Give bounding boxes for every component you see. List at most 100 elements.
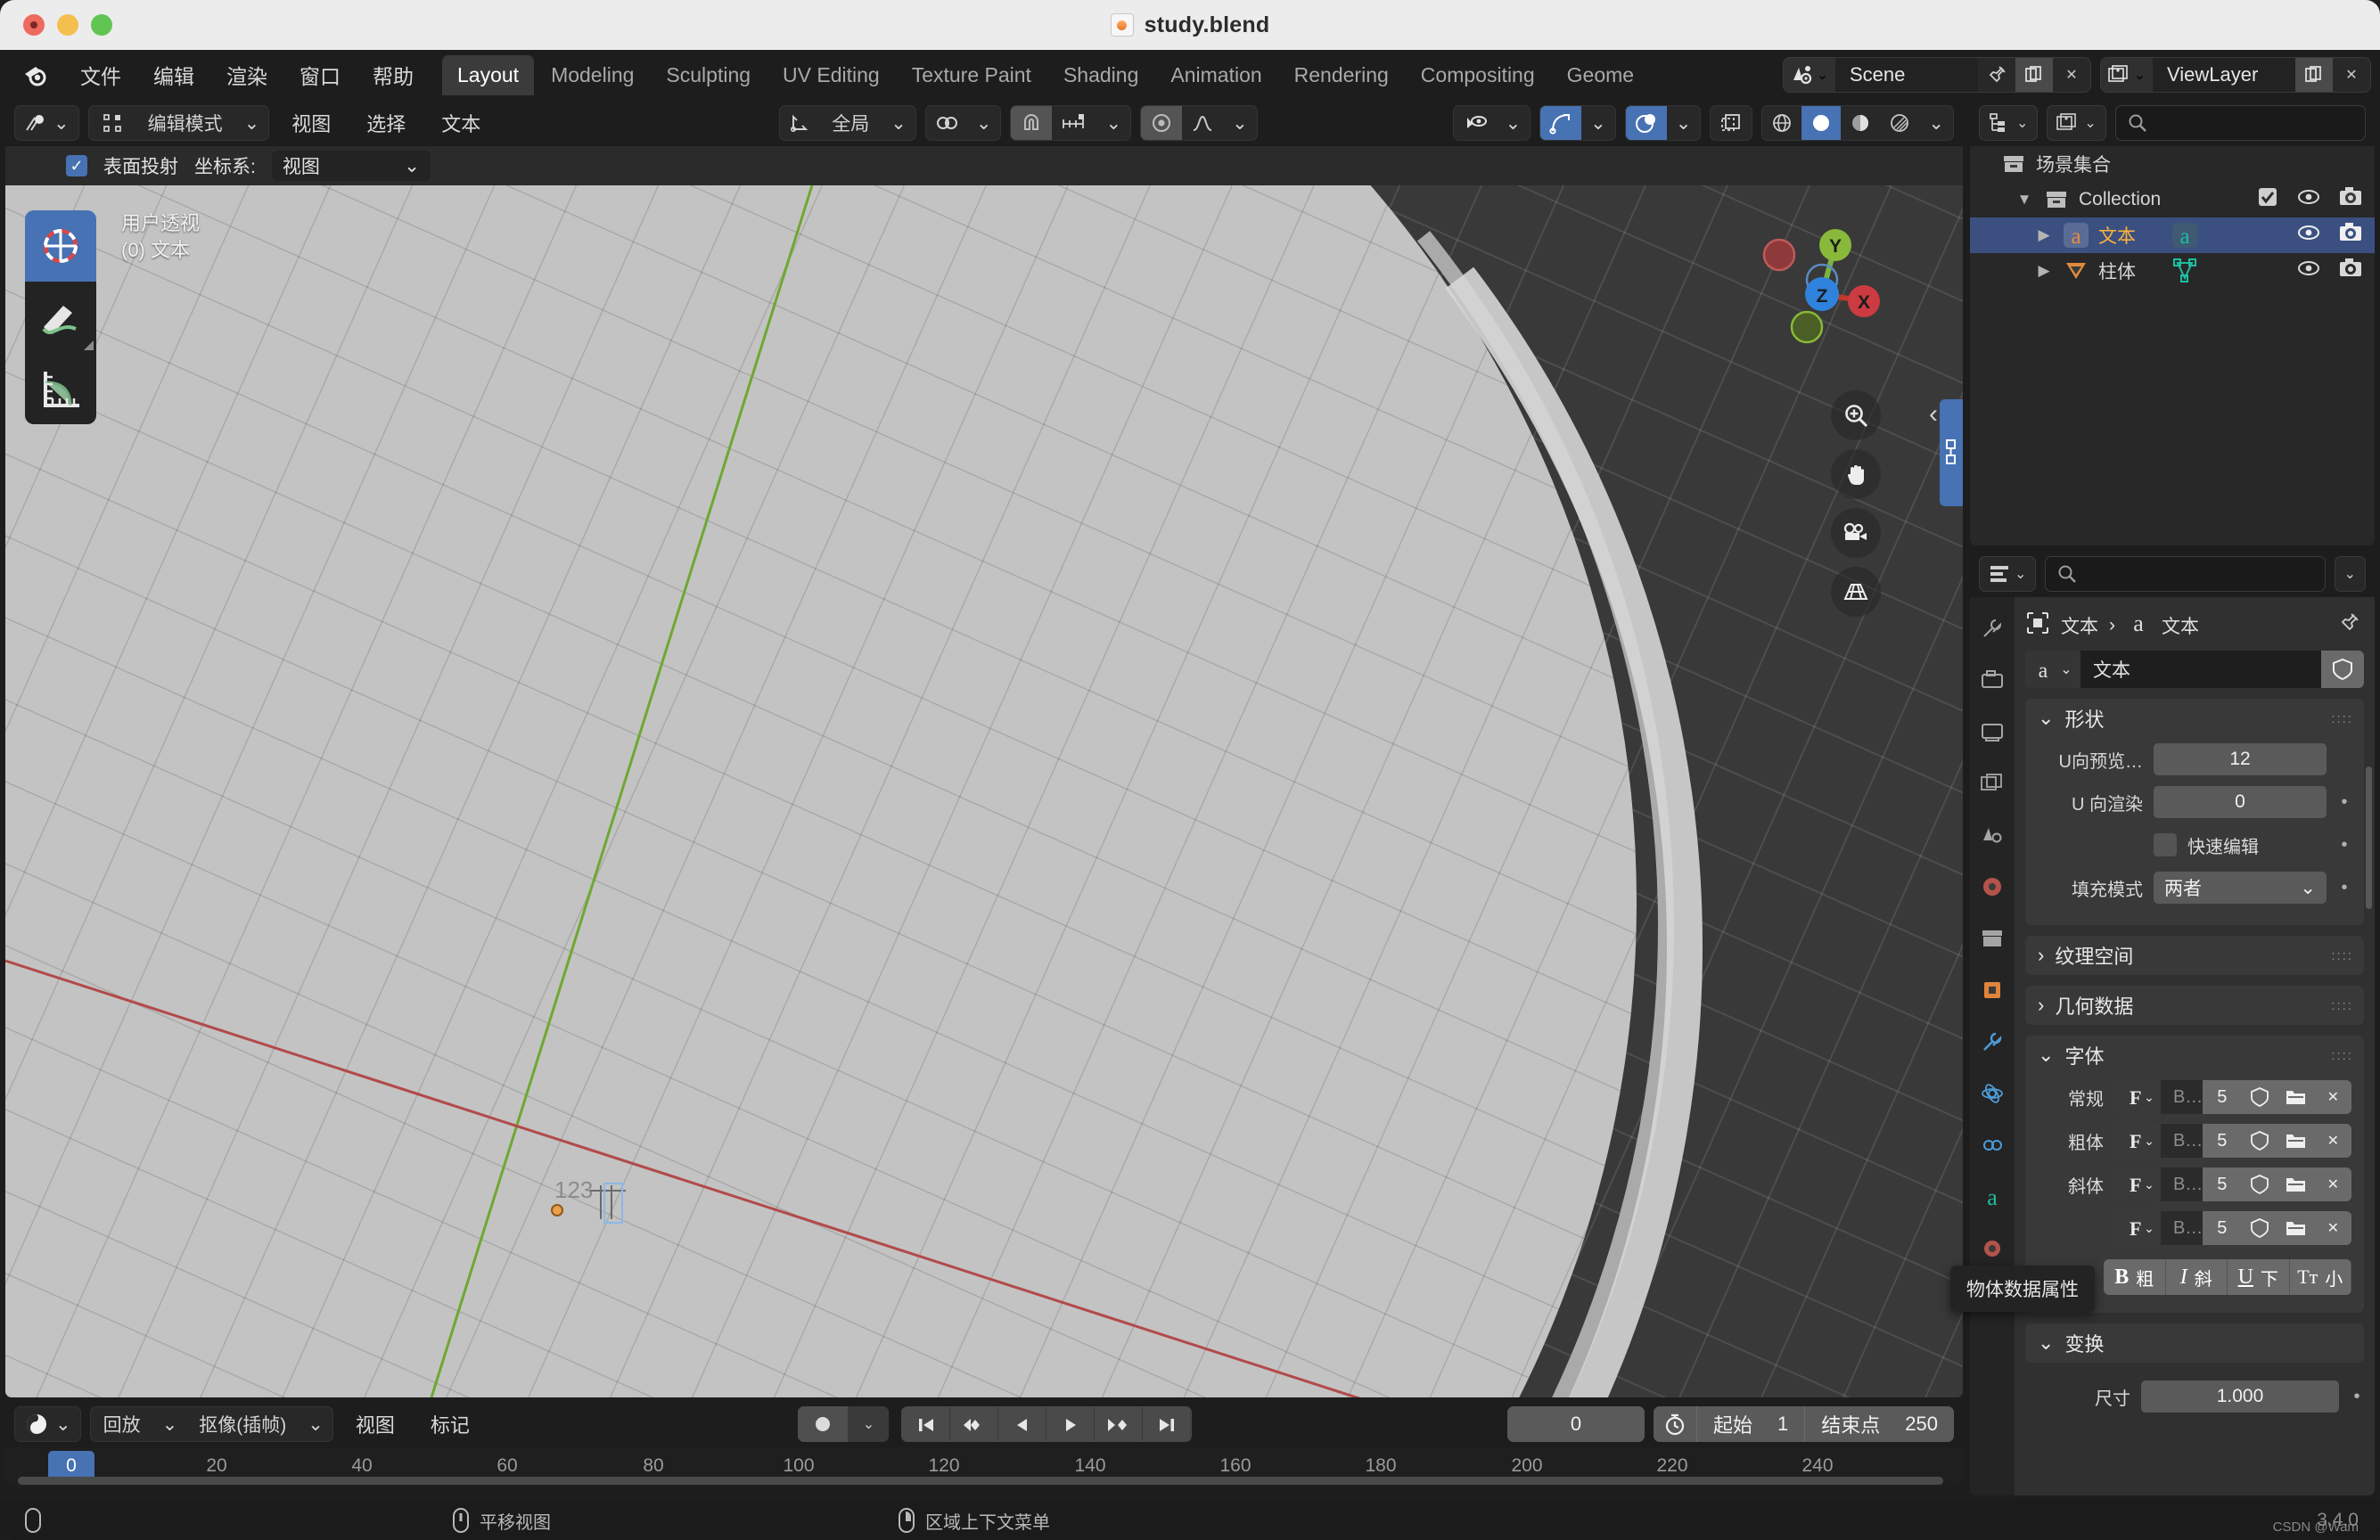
auto-keying-toggle-icon[interactable] bbox=[798, 1406, 849, 1442]
next-keyframe-button[interactable] bbox=[1095, 1407, 1144, 1441]
toggle-perspective-icon[interactable] bbox=[1831, 567, 1881, 617]
animate-property-dot[interactable]: • bbox=[2337, 835, 2351, 856]
scene-name-field[interactable]: Scene bbox=[1835, 58, 1978, 92]
outliner-row-collection[interactable]: ▼ Collection bbox=[1970, 182, 2375, 217]
tool-measure-icon[interactable] bbox=[25, 353, 96, 424]
timeline-editor-icon[interactable]: ⌄ bbox=[15, 1407, 80, 1441]
open-sidebar-arrow-icon[interactable]: ‹ bbox=[1929, 399, 1938, 430]
tool-cursor-icon[interactable] bbox=[25, 210, 96, 282]
chevron-down-icon[interactable]: ⌄ bbox=[153, 1407, 187, 1441]
pivot-point-selector[interactable]: ⌄ bbox=[924, 105, 1002, 141]
fill-mode-dropdown[interactable]: 两者 ⌄ bbox=[2154, 872, 2327, 904]
start-frame-field[interactable]: 起始 1 bbox=[1696, 1406, 1804, 1442]
viewport-menu-text[interactable]: 文本 bbox=[428, 104, 494, 142]
font-bold-italic-users[interactable]: 5 bbox=[2203, 1211, 2242, 1245]
unlink-font-icon[interactable]: ✕ bbox=[2314, 1211, 2351, 1245]
blender-logo-icon[interactable] bbox=[21, 60, 52, 90]
viewlayer-name-field[interactable]: ViewLayer bbox=[2153, 58, 2295, 92]
end-frame-field[interactable]: 结束点 250 bbox=[1804, 1406, 1954, 1442]
visibility-selector[interactable]: ⌄ bbox=[1452, 105, 1531, 141]
mesh-data-icon[interactable] bbox=[2171, 258, 2198, 284]
fake-user-toggle-icon[interactable] bbox=[2241, 1080, 2278, 1114]
hide-in-viewport-icon[interactable] bbox=[2296, 258, 2321, 283]
tab-object-properties[interactable] bbox=[1977, 975, 2007, 1005]
font-data-id-block[interactable]: a ⌄ 文本 bbox=[2025, 651, 2364, 688]
disable-in-renders-icon[interactable] bbox=[2339, 222, 2362, 249]
disclosure-triangle-icon[interactable]: ▶ bbox=[2034, 262, 2054, 280]
tab-world-properties[interactable] bbox=[1977, 872, 2007, 902]
font-data-icon[interactable]: a bbox=[2171, 222, 2198, 249]
timeline-menu-view[interactable]: 视图 bbox=[342, 1405, 408, 1443]
play-reverse-button[interactable] bbox=[998, 1407, 1047, 1441]
timeline-menu-keying[interactable]: 抠像(插帧) bbox=[186, 1407, 299, 1441]
new-scene-button[interactable] bbox=[2015, 58, 2053, 92]
scene-selector[interactable]: ⌄ Scene ✕ bbox=[1783, 57, 2091, 93]
tab-collection-properties[interactable] bbox=[1977, 923, 2007, 954]
current-frame-field[interactable]: 0 bbox=[1507, 1406, 1645, 1442]
delete-viewlayer-button[interactable]: ✕ bbox=[2333, 58, 2370, 92]
snap-magnet-icon[interactable] bbox=[1011, 106, 1053, 140]
fake-user-toggle-icon[interactable] bbox=[2241, 1124, 2278, 1158]
outliner-editor[interactable]: ⌄ ⌄ 场景集合 ▼ Collection ▶ a 文本 a ▶ 柱体 bbox=[1970, 100, 2375, 545]
falloff-curve-icon[interactable] bbox=[1182, 106, 1223, 140]
unlink-font-icon[interactable]: ✕ bbox=[2314, 1080, 2351, 1114]
size-field[interactable]: 1.000 bbox=[2141, 1380, 2339, 1413]
tab-compositing[interactable]: Compositing bbox=[1406, 55, 1550, 95]
previous-keyframe-button[interactable] bbox=[950, 1407, 999, 1441]
mode-label[interactable]: 编辑模式 bbox=[135, 106, 235, 140]
chevron-down-icon[interactable]: ⌄ bbox=[299, 1407, 332, 1441]
timeline-editor[interactable]: ⌄ 回放 ⌄ 抠像(插帧) ⌄ 视图 标记 ⌄ 0 起始 1 结束点 250 0… bbox=[5, 1401, 1963, 1487]
interaction-mode-selector[interactable]: 编辑模式 ⌄ bbox=[87, 105, 270, 141]
jump-to-start-button[interactable] bbox=[902, 1407, 951, 1441]
tab-geometry-nodes[interactable]: Geome bbox=[1552, 55, 1649, 95]
viewport-menu-select[interactable]: 选择 bbox=[353, 104, 419, 142]
material-shading-icon[interactable] bbox=[1841, 106, 1880, 140]
proportional-edit-icon[interactable] bbox=[1141, 106, 1183, 140]
panel-geometry-data-header[interactable]: › 几何数据 :::: bbox=[2025, 986, 2364, 1025]
exclude-checkbox[interactable] bbox=[2257, 186, 2278, 213]
unlink-font-icon[interactable]: ✕ bbox=[2314, 1124, 2351, 1158]
editor-type-selector[interactable]: ⌄ bbox=[14, 105, 79, 141]
timeline-menu-marker[interactable]: 标记 bbox=[417, 1405, 483, 1443]
outliner-scene-collection-row[interactable]: 场景集合 bbox=[1970, 146, 2375, 182]
orientation-label[interactable]: 全局 bbox=[819, 106, 882, 140]
outliner-editor-type-selector[interactable]: ⌄ bbox=[1979, 105, 2039, 141]
open-font-icon[interactable] bbox=[2277, 1124, 2315, 1158]
toggle-italic-button[interactable]: I 斜 bbox=[2165, 1259, 2228, 1295]
font-italic-users[interactable]: 5 bbox=[2203, 1167, 2242, 1201]
chevron-down-icon[interactable]: ⌄ bbox=[1096, 106, 1130, 140]
toggle-bold-button[interactable]: B 粗 bbox=[2104, 1259, 2166, 1295]
outliner-row-text-object[interactable]: ▶ a 文本 a bbox=[1970, 217, 2375, 253]
browse-font-icon[interactable]: F ⌄ bbox=[2114, 1211, 2161, 1245]
open-font-icon[interactable] bbox=[2277, 1080, 2315, 1114]
font-regular-name[interactable]: B… bbox=[2160, 1080, 2204, 1114]
fake-user-toggle-icon[interactable] bbox=[2241, 1167, 2278, 1201]
timeline-menus[interactable]: 回放 ⌄ 抠像(插帧) ⌄ bbox=[89, 1406, 333, 1442]
chevron-down-icon[interactable]: ⌄ bbox=[1919, 106, 1953, 140]
tab-shading[interactable]: Shading bbox=[1048, 55, 1153, 95]
disable-in-renders-icon[interactable] bbox=[2339, 186, 2362, 213]
panel-texture-space-header[interactable]: › 纹理空间 :::: bbox=[2025, 936, 2364, 975]
font-regular-users[interactable]: 5 bbox=[2203, 1080, 2242, 1114]
transport-controls[interactable] bbox=[901, 1406, 1193, 1442]
chevron-down-icon[interactable]: ⌄ bbox=[1497, 106, 1531, 140]
frame-range-group[interactable]: 起始 1 结束点 250 bbox=[1654, 1406, 1955, 1442]
object-visibility-icon[interactable] bbox=[1454, 106, 1497, 140]
jump-to-end-button[interactable] bbox=[1143, 1407, 1192, 1441]
hide-in-viewport-icon[interactable] bbox=[2296, 223, 2321, 248]
outliner-search-input[interactable] bbox=[2114, 105, 2366, 141]
animate-property-dot[interactable]: • bbox=[2337, 792, 2351, 813]
breadcrumb-object-name[interactable]: 文本 bbox=[2061, 612, 2098, 639]
tab-object-data-properties[interactable]: a bbox=[1977, 1182, 2007, 1212]
timeline-ruler[interactable]: 0 20 40 60 80 100 120 140 160 180 200 22… bbox=[5, 1447, 1963, 1487]
editor-type-icon[interactable]: ⌄ bbox=[15, 106, 78, 140]
viewport-3d[interactable]: ⌄ 编辑模式 ⌄ 视图 选择 文本 全局 ⌄ ⌄ ⌄ ⌄ ⌄ ⌄ ⌄ ⌄ ✓ 表… bbox=[5, 100, 1963, 1397]
chevron-down-icon[interactable]: ⌄ bbox=[882, 106, 915, 140]
pan-view-icon[interactable] bbox=[1831, 449, 1881, 499]
properties-editor-type-selector[interactable]: ⌄ bbox=[1979, 556, 2037, 592]
font-bold-users[interactable]: 5 bbox=[2203, 1124, 2242, 1158]
timeline-horizontal-scrollbar[interactable] bbox=[18, 1477, 1943, 1485]
overlays-toggle-icon[interactable] bbox=[1625, 106, 1667, 140]
font-italic-widget[interactable]: F ⌄ B… 5 ✕ bbox=[2114, 1167, 2351, 1201]
new-viewlayer-button[interactable] bbox=[2295, 58, 2333, 92]
